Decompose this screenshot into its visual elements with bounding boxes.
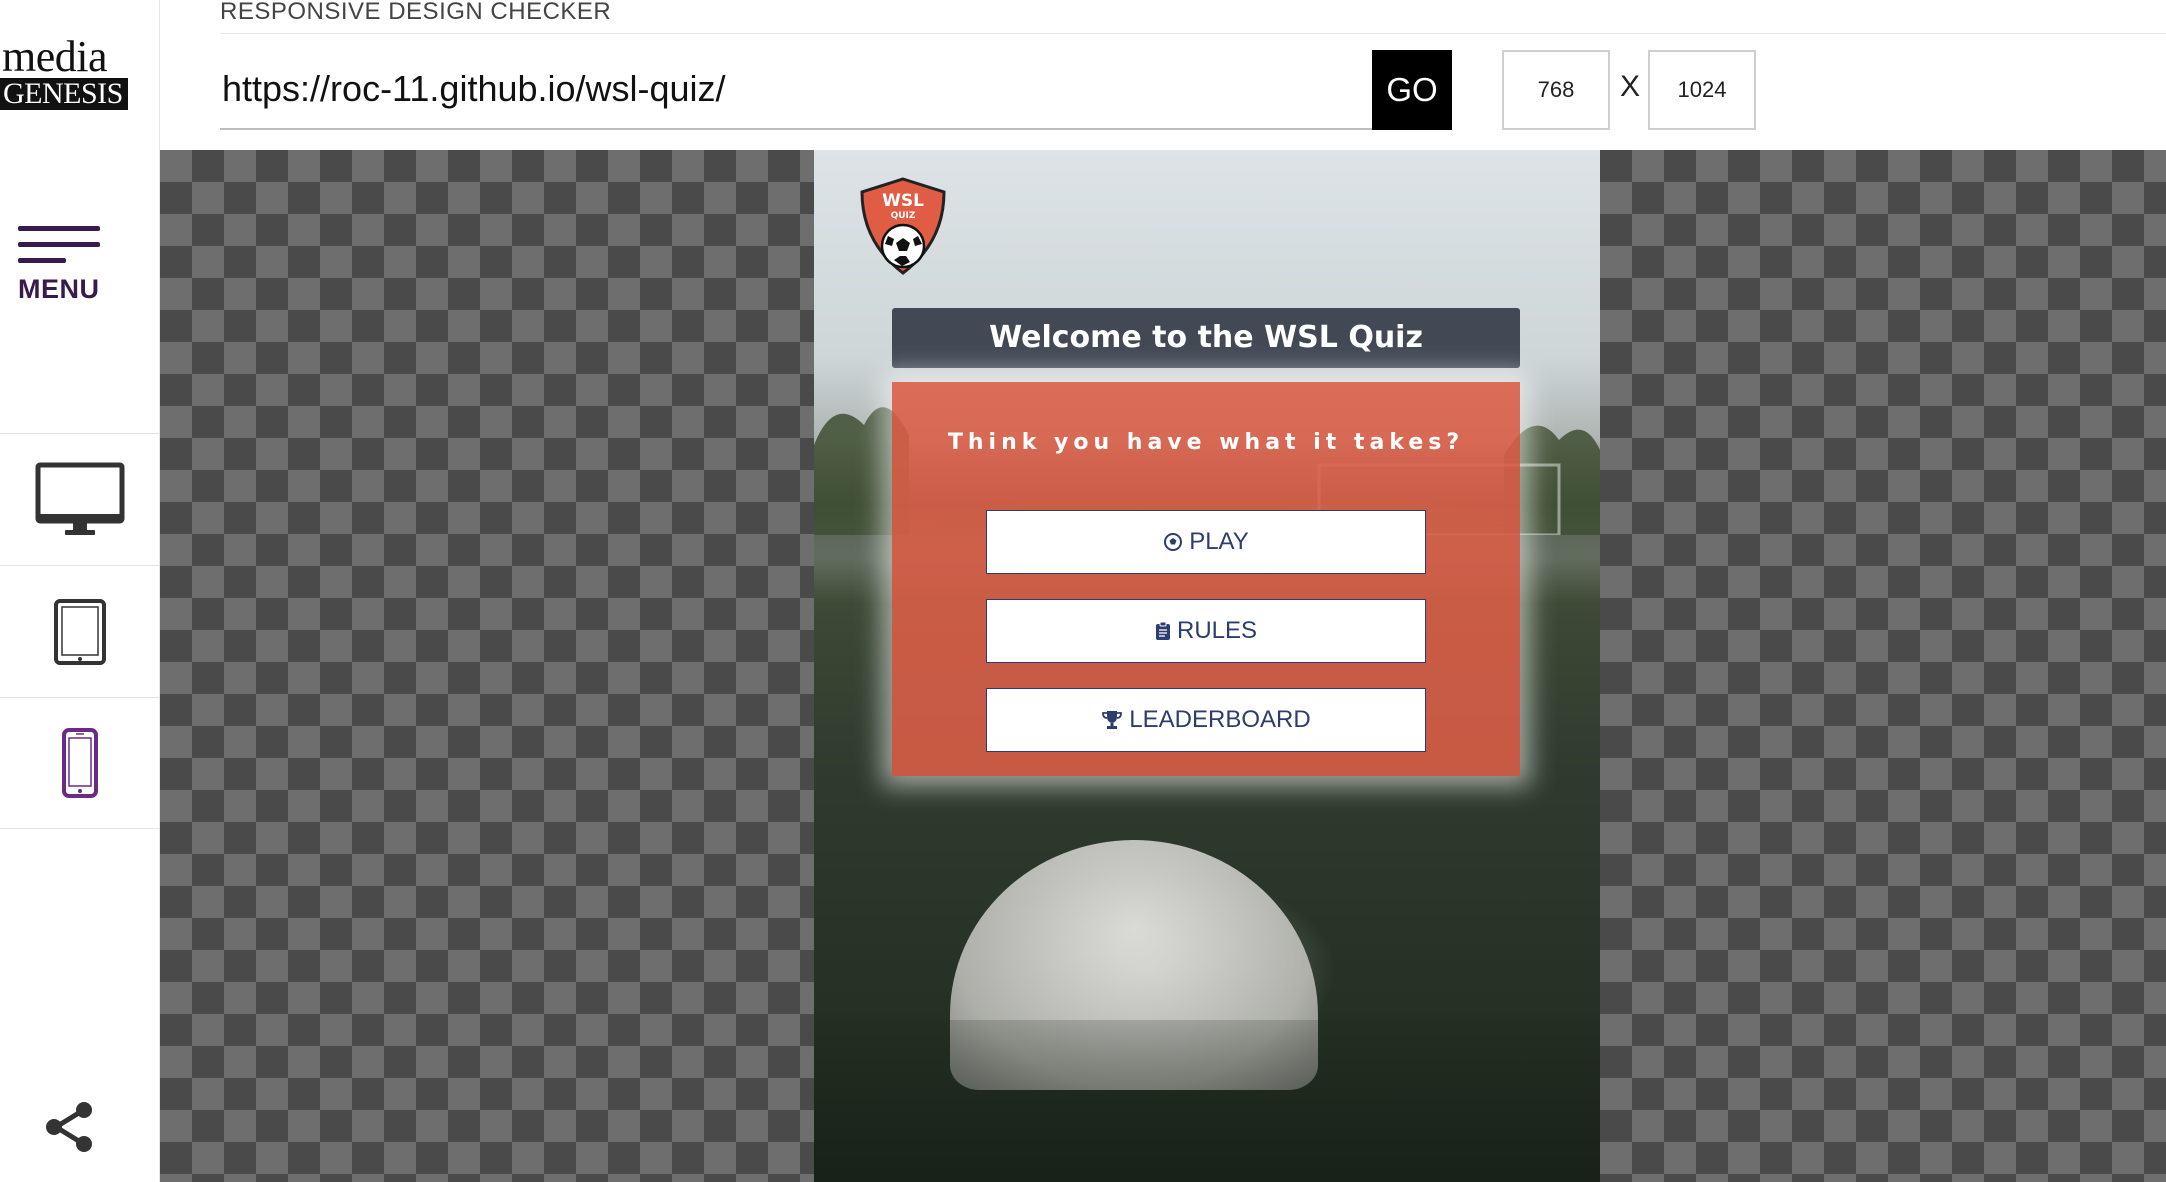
hamburger-icon xyxy=(18,226,104,263)
mobile-view-button[interactable] xyxy=(0,697,160,829)
tablet-view-button[interactable] xyxy=(0,565,160,697)
tablet-icon xyxy=(54,598,106,665)
sidebar: media GENESIS MENU xyxy=(0,0,160,1182)
welcome-heading: Welcome to the WSL Quiz xyxy=(892,308,1520,368)
leaderboard-label: LEADERBOARD xyxy=(1129,706,1311,733)
quiz-menu-card: Think you have what it takes? PLAY RULES xyxy=(892,382,1520,776)
menu-label: MENU xyxy=(18,274,100,304)
app-title: RESPONSIVE DESIGN CHECKER xyxy=(220,0,612,25)
monitor-icon xyxy=(35,462,125,535)
go-button[interactable]: GO xyxy=(1372,50,1452,130)
logo-quiz-text: QUIZ xyxy=(891,211,916,221)
trophy-icon xyxy=(1102,711,1123,729)
device-frame[interactable]: WSL QUIZ Welcome to the WSL Quiz Think y… xyxy=(814,150,1600,1182)
play-label: PLAY xyxy=(1189,528,1249,555)
play-button[interactable]: PLAY xyxy=(986,510,1426,574)
url-input[interactable] xyxy=(220,50,1432,130)
tagline: Think you have what it takes? xyxy=(947,430,1465,455)
logo-genesis-text: GENESIS xyxy=(0,78,128,110)
rules-label: RULES xyxy=(1176,617,1258,644)
share-button[interactable] xyxy=(42,1100,96,1159)
dimension-separator: X xyxy=(1620,70,1641,103)
football-icon xyxy=(1164,533,1183,551)
rules-button[interactable]: RULES xyxy=(986,599,1426,663)
logo-wsl-text: WSL xyxy=(882,191,924,211)
preview-canvas: WSL QUIZ Welcome to the WSL Quiz Think y… xyxy=(160,150,2166,1182)
logo-media-text: media xyxy=(2,32,108,81)
shield-logo-icon: WSL QUIZ xyxy=(860,177,946,275)
leaderboard-button[interactable]: LEADERBOARD xyxy=(986,688,1426,752)
share-icon xyxy=(46,1102,92,1152)
top-bar: RESPONSIVE DESIGN CHECKER GO X xyxy=(160,0,2166,150)
phone-icon xyxy=(62,728,98,798)
height-input[interactable] xyxy=(1648,50,1756,130)
grass-photo xyxy=(814,1020,1600,1182)
media-genesis-logo[interactable]: media GENESIS xyxy=(0,32,128,110)
menu-button[interactable]: MENU xyxy=(18,226,104,305)
clipboard-icon xyxy=(1155,621,1170,640)
divider xyxy=(220,33,2166,34)
desktop-view-button[interactable] xyxy=(0,433,160,565)
width-input[interactable] xyxy=(1502,50,1610,130)
wsl-quiz-logo[interactable]: WSL QUIZ xyxy=(858,176,948,281)
